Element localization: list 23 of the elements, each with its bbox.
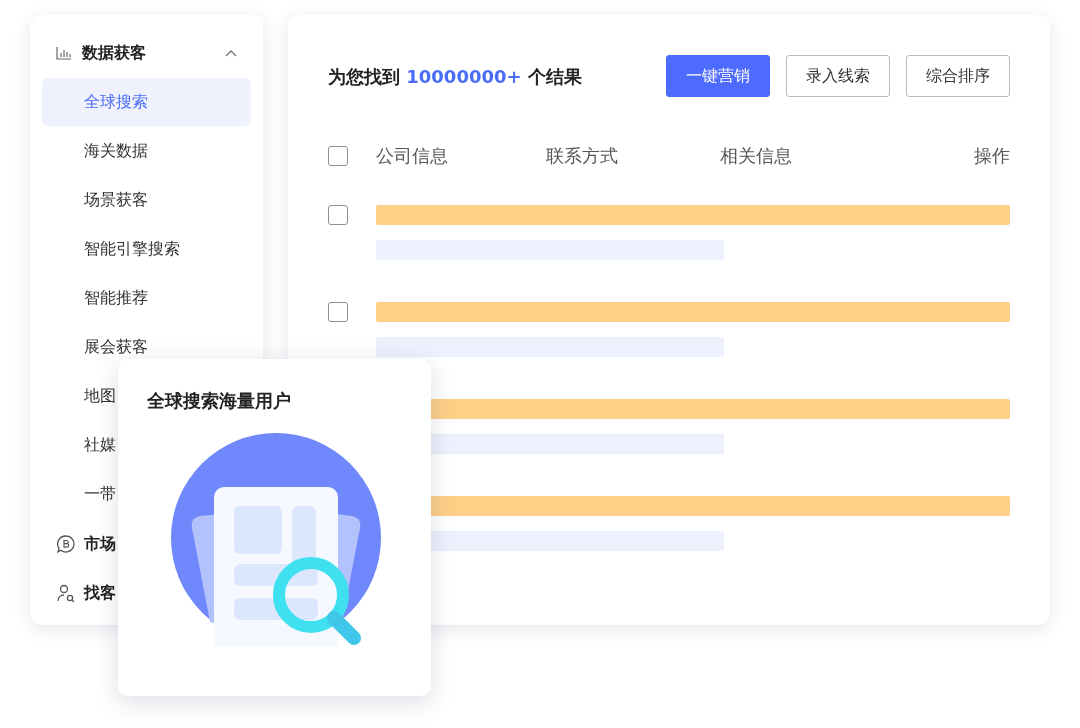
select-all-checkbox[interactable] [328,145,348,166]
bar-chart-icon [56,46,72,60]
sidebar-item[interactable]: 市场 [84,531,116,556]
action-button[interactable]: 录入线索 [786,55,890,97]
column-header: 操作 [974,144,1010,168]
chat-bubble-icon [56,533,76,554]
sidebar-group-label: 数据获客 [82,42,147,64]
row-checkbox[interactable] [328,205,348,225]
sidebar-item[interactable]: 海关数据 [42,127,251,175]
sidebar-item[interactable]: 全球搜索 [42,78,251,126]
sidebar-item[interactable]: 场景获客 [42,176,251,224]
user-search-icon [56,582,76,603]
row-checkbox[interactable] [328,302,348,322]
column-header: 相关信息 [720,144,793,168]
results-count-text: 为您找到 10000000+ 个结果 [328,64,582,89]
sidebar-item[interactable]: 找客 [84,580,116,605]
marketing-button[interactable]: 一键营销 [666,55,770,97]
column-header: 公司信息 [376,144,449,168]
popup-title: 全球搜索海量用户 [147,389,292,413]
sidebar-item[interactable]: 智能推荐 [42,274,251,322]
sidebar-item[interactable]: 智能引擎搜索 [42,225,251,273]
action-button[interactable]: 综合排序 [906,55,1010,97]
column-header: 联系方式 [546,144,619,168]
